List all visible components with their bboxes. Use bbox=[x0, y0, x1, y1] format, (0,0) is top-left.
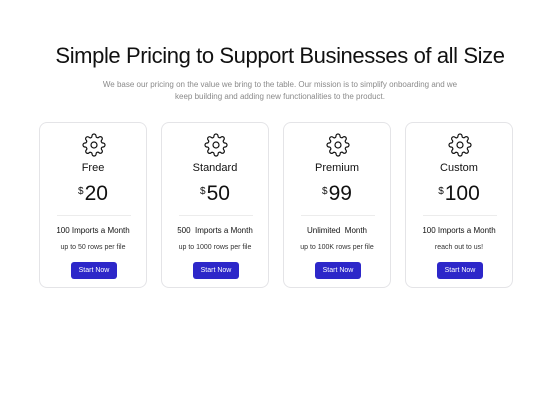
plan-price: $99 bbox=[284, 182, 390, 208]
currency-symbol: $ bbox=[200, 186, 206, 197]
currency-symbol: $ bbox=[322, 186, 328, 197]
divider bbox=[179, 215, 253, 216]
pricing-card-standard: Standard $50 500 Imports a Month up to 1… bbox=[161, 122, 269, 288]
plan-rows-limit: up to 1000 rows per file bbox=[178, 244, 252, 251]
plan-imports: 100 Imports a Month bbox=[422, 226, 496, 235]
plan-imports: 100 Imports a Month bbox=[56, 226, 130, 235]
plan-rows-limit: reach out to us! bbox=[434, 244, 484, 251]
plan-price: $50 bbox=[162, 182, 268, 208]
plan-price: $20 bbox=[40, 182, 146, 208]
pricing-card-premium: Premium $99 Unlimited Month up to 100K r… bbox=[283, 122, 391, 288]
start-now-button[interactable]: Start Now bbox=[437, 262, 483, 279]
pricing-card-free: Free $20 100 Imports a Month up to 50 ro… bbox=[39, 122, 147, 288]
plan-imports: Unlimited Month bbox=[306, 226, 368, 235]
currency-symbol: $ bbox=[438, 186, 444, 197]
plan-imports: 500 Imports a Month bbox=[177, 226, 253, 235]
plan-name: Standard bbox=[192, 162, 238, 174]
page-subtitle: We base our pricing on the value we brin… bbox=[95, 79, 465, 103]
divider bbox=[301, 215, 375, 216]
start-now-button[interactable]: Start Now bbox=[193, 262, 239, 279]
plan-rows-limit: up to 50 rows per file bbox=[60, 244, 126, 251]
pricing-cards: Free $20 100 Imports a Month up to 50 ro… bbox=[39, 122, 513, 288]
gear-icon bbox=[326, 133, 350, 157]
plan-price: $100 bbox=[406, 182, 512, 208]
pricing-card-custom: Custom $100 100 Imports a Month reach ou… bbox=[405, 122, 513, 288]
plan-rows-limit: up to 100K rows per file bbox=[300, 244, 374, 251]
start-now-button[interactable]: Start Now bbox=[71, 262, 117, 279]
gear-icon bbox=[82, 133, 106, 157]
page-title: Simple Pricing to Support Businesses of … bbox=[55, 43, 505, 68]
price-amount: 99 bbox=[328, 182, 352, 205]
price-amount: 20 bbox=[84, 182, 108, 205]
subtitle-line-1: We base our pricing on the value we brin… bbox=[102, 80, 458, 89]
gear-icon bbox=[448, 133, 472, 157]
plan-name: Premium bbox=[314, 162, 359, 174]
plan-name: Free bbox=[81, 162, 105, 174]
divider bbox=[57, 215, 131, 216]
currency-symbol: $ bbox=[78, 186, 84, 197]
start-now-button[interactable]: Start Now bbox=[315, 262, 361, 279]
price-amount: 100 bbox=[444, 182, 480, 205]
plan-name: Custom bbox=[440, 162, 478, 174]
price-amount: 50 bbox=[206, 182, 230, 205]
subtitle-line-2: keep building and adding new functionali… bbox=[175, 92, 385, 101]
gear-icon bbox=[204, 133, 228, 157]
divider bbox=[423, 215, 497, 216]
